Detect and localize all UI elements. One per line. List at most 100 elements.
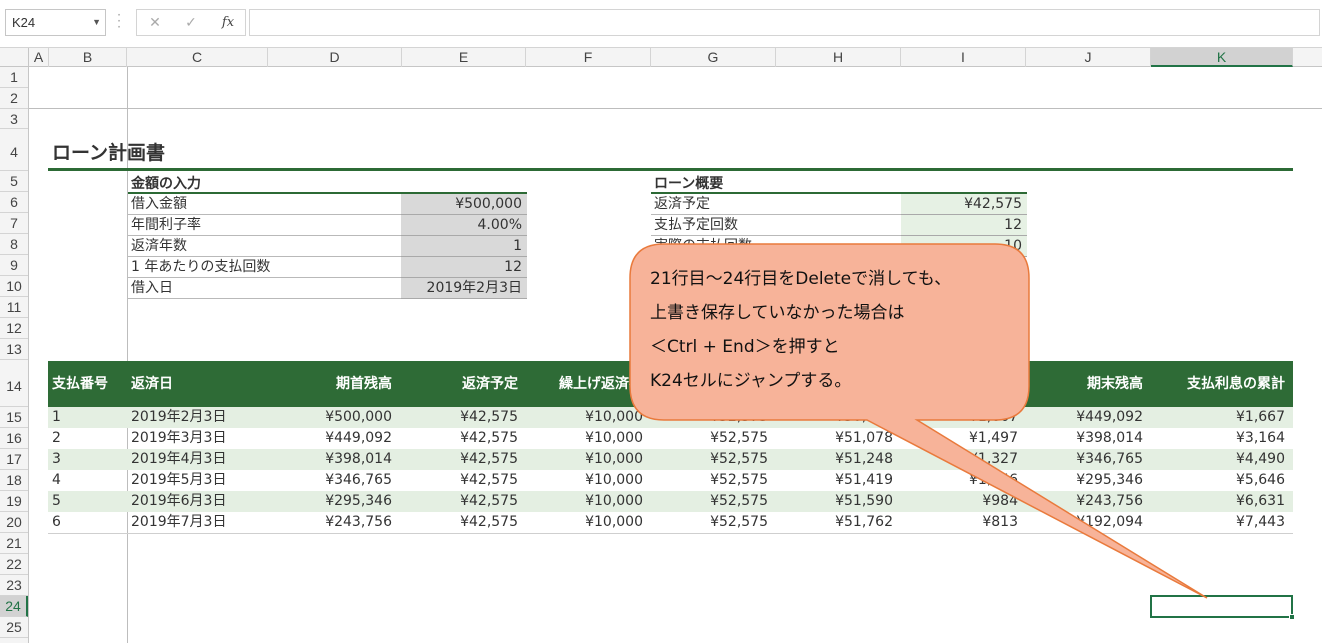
table-cell[interactable]: ¥52,575: [643, 491, 768, 512]
cancel-icon[interactable]: ✕: [146, 14, 164, 32]
table-cell[interactable]: ¥243,756: [268, 512, 392, 533]
chevron-down-icon[interactable]: ▼: [92, 10, 101, 35]
table-cell[interactable]: ¥42,575: [392, 428, 518, 449]
column-header-k[interactable]: K: [1151, 48, 1293, 67]
table-cell[interactable]: ¥984: [893, 491, 1018, 512]
table-cell[interactable]: ¥6,631: [1143, 491, 1285, 512]
table-cell[interactable]: ¥10,000: [518, 407, 643, 428]
row-header-1[interactable]: 1: [0, 67, 28, 88]
drag-handle-icon[interactable]: · · ·: [116, 9, 122, 33]
table-cell[interactable]: ¥1,667: [893, 407, 1018, 428]
table-cell[interactable]: ¥10,000: [518, 491, 643, 512]
table-cell[interactable]: ¥449,092: [268, 428, 392, 449]
row-header-18[interactable]: 18: [0, 470, 28, 491]
row-header-8[interactable]: 8: [0, 234, 28, 255]
row-header-3[interactable]: 3: [0, 109, 28, 129]
table-cell[interactable]: 2019年3月3日: [131, 428, 268, 449]
table-cell[interactable]: ¥500,000: [268, 407, 392, 428]
name-box[interactable]: K24 ▼: [5, 9, 106, 36]
column-header-b[interactable]: B: [49, 48, 127, 67]
table-cell[interactable]: 2019年5月3日: [131, 470, 268, 491]
input-value[interactable]: ¥500,000: [401, 194, 527, 215]
table-cell[interactable]: ¥42,575: [392, 449, 518, 470]
table-cell[interactable]: ¥51,419: [768, 470, 893, 491]
table-cell[interactable]: 1: [52, 407, 122, 428]
table-cell[interactable]: ¥7,443: [1143, 512, 1285, 533]
column-header-h[interactable]: H: [776, 48, 901, 67]
table-cell[interactable]: ¥52,575: [643, 407, 768, 428]
row-header-12[interactable]: 12: [0, 318, 28, 339]
table-cell[interactable]: ¥51,248: [768, 449, 893, 470]
table-cell[interactable]: ¥398,014: [1018, 428, 1143, 449]
table-cell[interactable]: ¥192,094: [1018, 512, 1143, 533]
table-cell[interactable]: ¥52,575: [643, 512, 768, 533]
row-header-24[interactable]: 24: [0, 596, 28, 617]
table-cell[interactable]: 3: [52, 449, 122, 470]
table-cell[interactable]: ¥1,156: [893, 470, 1018, 491]
selected-cell-k24[interactable]: [1150, 595, 1295, 620]
select-all-corner[interactable]: [0, 48, 29, 67]
table-cell[interactable]: ¥42,575: [392, 407, 518, 428]
row-header-14[interactable]: 14: [0, 360, 28, 407]
row-header-19[interactable]: 19: [0, 491, 28, 512]
fill-handle[interactable]: [1289, 614, 1295, 620]
table-cell[interactable]: ¥5,646: [1143, 470, 1285, 491]
table-cell[interactable]: ¥10,000: [518, 428, 643, 449]
table-cell[interactable]: ¥42,575: [392, 470, 518, 491]
table-cell[interactable]: 2019年2月3日: [131, 407, 268, 428]
table-cell[interactable]: ¥52,575: [643, 428, 768, 449]
enter-check-icon[interactable]: ✓: [182, 14, 200, 32]
table-cell[interactable]: 2019年4月3日: [131, 449, 268, 470]
input-value[interactable]: 2019年2月3日: [401, 278, 527, 299]
table-cell[interactable]: 2: [52, 428, 122, 449]
table-cell[interactable]: ¥10,000: [518, 449, 643, 470]
table-cell[interactable]: ¥346,765: [268, 470, 392, 491]
column-header-i[interactable]: I: [901, 48, 1026, 67]
table-cell[interactable]: ¥52,575: [643, 449, 768, 470]
row-header-7[interactable]: 7: [0, 213, 28, 234]
table-cell[interactable]: ¥50,908: [768, 407, 893, 428]
column-header-d[interactable]: D: [268, 48, 402, 67]
row-header-4[interactable]: 4: [0, 129, 28, 171]
row-header-6[interactable]: 6: [0, 192, 28, 213]
row-header-17[interactable]: 17: [0, 449, 28, 470]
input-value[interactable]: 12: [401, 257, 527, 278]
column-header-c[interactable]: C: [127, 48, 268, 67]
table-cell[interactable]: ¥813: [893, 512, 1018, 533]
table-cell[interactable]: ¥295,346: [268, 491, 392, 512]
column-header-j[interactable]: J: [1026, 48, 1151, 67]
table-cell[interactable]: ¥1,327: [893, 449, 1018, 470]
table-cell[interactable]: 2019年6月3日: [131, 491, 268, 512]
input-value[interactable]: 1: [401, 236, 527, 257]
table-cell[interactable]: ¥10,000: [518, 470, 643, 491]
input-value[interactable]: 4.00%: [401, 215, 527, 236]
table-cell[interactable]: ¥1,497: [893, 428, 1018, 449]
row-header-21[interactable]: 21: [0, 533, 28, 554]
row-header-2[interactable]: 2: [0, 88, 28, 109]
table-cell[interactable]: ¥3,164: [1143, 428, 1285, 449]
table-cell[interactable]: 6: [52, 512, 122, 533]
column-header-g[interactable]: G: [651, 48, 776, 67]
row-header-9[interactable]: 9: [0, 255, 28, 276]
row-header-23[interactable]: 23: [0, 575, 28, 596]
table-cell[interactable]: ¥1,667: [1143, 407, 1285, 428]
table-cell[interactable]: 5: [52, 491, 122, 512]
table-cell[interactable]: ¥42,575: [392, 512, 518, 533]
column-header-a[interactable]: A: [29, 48, 49, 67]
row-header-22[interactable]: 22: [0, 554, 28, 575]
row-header-11[interactable]: 11: [0, 297, 28, 318]
column-header-f[interactable]: F: [526, 48, 651, 67]
table-cell[interactable]: ¥51,590: [768, 491, 893, 512]
table-cell[interactable]: ¥346,765: [1018, 449, 1143, 470]
table-cell[interactable]: ¥51,762: [768, 512, 893, 533]
table-cell[interactable]: 2019年7月3日: [131, 512, 268, 533]
table-cell[interactable]: ¥449,092: [1018, 407, 1143, 428]
table-cell[interactable]: ¥295,346: [1018, 470, 1143, 491]
column-header-e[interactable]: E: [402, 48, 526, 67]
table-cell[interactable]: ¥243,756: [1018, 491, 1143, 512]
table-cell[interactable]: ¥52,575: [643, 470, 768, 491]
table-cell[interactable]: ¥51,078: [768, 428, 893, 449]
row-header-10[interactable]: 10: [0, 276, 28, 297]
table-cell[interactable]: ¥10,000: [518, 512, 643, 533]
table-cell[interactable]: 4: [52, 470, 122, 491]
